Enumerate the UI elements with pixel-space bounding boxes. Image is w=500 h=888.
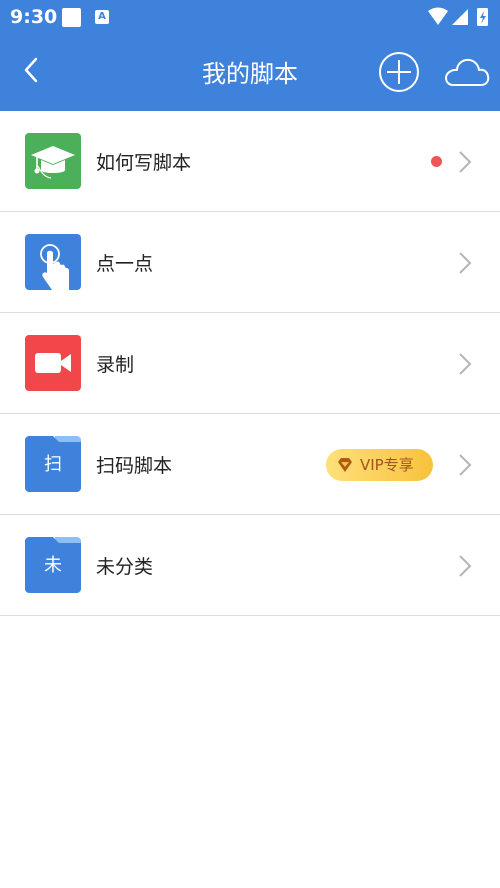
chevron-right-icon (459, 454, 472, 476)
folder-letter: 未 (44, 555, 62, 576)
chevron-right-icon (459, 555, 472, 577)
plus-circle-icon[interactable] (378, 51, 420, 93)
list-item-label: 扫码脚本 (96, 455, 173, 477)
notification-square-icon (62, 8, 81, 27)
wifi-icon (428, 7, 448, 25)
signal-icon (452, 9, 468, 25)
chevron-right-icon (459, 353, 472, 375)
graduation-cap-icon (25, 133, 81, 189)
app-bar: 我的脚本 (0, 34, 500, 111)
list-item-record[interactable]: 录制 (0, 313, 500, 414)
diamond-icon (338, 458, 352, 472)
status-icons (428, 7, 488, 26)
chevron-right-icon (459, 252, 472, 274)
list-item-label: 录制 (96, 354, 135, 376)
a-app-icon: A (95, 10, 109, 24)
vip-badge: VIP专享 (326, 449, 433, 481)
cloud-icon[interactable] (443, 54, 491, 90)
status-time: 9:30 (10, 6, 58, 28)
list-item-tap[interactable]: 点一点 (0, 212, 500, 313)
script-list: 如何写脚本 点一点 录制 扫 扫码脚本 VIP专享 未 未分类 (0, 111, 500, 616)
tap-finger-icon (25, 234, 81, 290)
folder-letter: 扫 (44, 454, 62, 475)
video-camera-icon (25, 335, 81, 391)
folder-icon: 未 (25, 537, 81, 593)
chevron-right-icon (459, 151, 472, 173)
list-item-label: 未分类 (96, 556, 154, 578)
page-title: 我的脚本 (202, 60, 298, 88)
list-item-uncategorized[interactable]: 未 未分类 (0, 515, 500, 616)
folder-icon: 扫 (25, 436, 81, 492)
list-item-how-to-write[interactable]: 如何写脚本 (0, 111, 500, 212)
vip-badge-label: VIP专享 (360, 456, 414, 474)
new-indicator-dot (431, 156, 442, 167)
list-item-label: 如何写脚本 (96, 152, 192, 174)
list-item-scan-script[interactable]: 扫 扫码脚本 VIP专享 (0, 414, 500, 515)
list-item-label: 点一点 (96, 253, 154, 275)
status-bar: 9:30 A (0, 0, 500, 34)
